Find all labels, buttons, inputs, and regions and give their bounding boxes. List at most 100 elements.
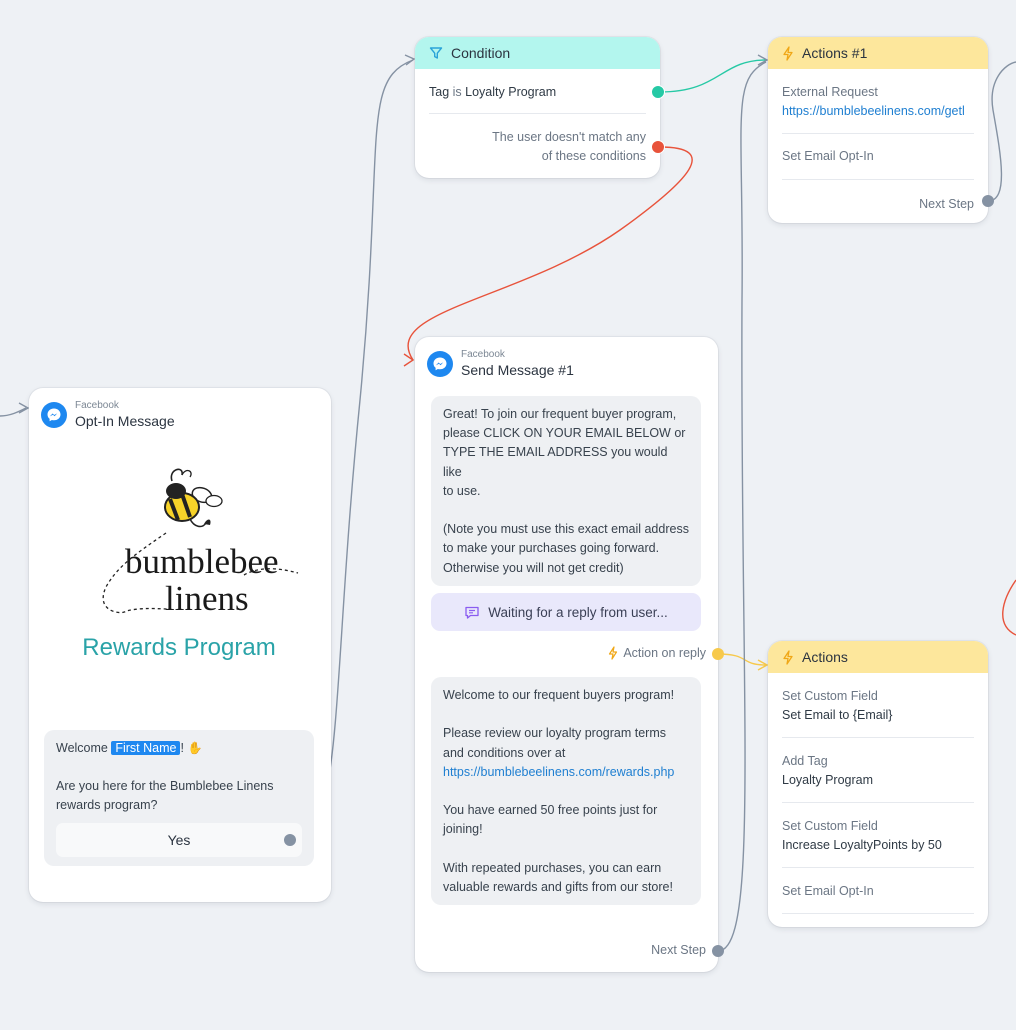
actions1-item-email-optin[interactable]: Set Email Opt-In [768, 134, 988, 179]
actions-item-set-email-field[interactable]: Set Custom Field Set Email to {Email} [768, 673, 988, 737]
actions-item-increase-points[interactable]: Set Custom Field Increase LoyaltyPoints … [768, 803, 988, 867]
condition-rule: Tag is Loyalty Program [415, 69, 660, 113]
action-on-reply: Action on reply [608, 646, 706, 660]
connector-nomatch-to-send [407, 146, 693, 361]
actions-item-email-optin[interactable]: Set Email Opt-In [768, 868, 988, 913]
rewards-link[interactable]: https://bumblebeelinens.com/rewards.php [443, 763, 689, 782]
message-bubble-1: Great! To join our frequent buyer progra… [431, 396, 701, 586]
logo-word-linens: linens [165, 579, 249, 618]
connector-incoming-left [0, 407, 27, 417]
lightning-icon [782, 649, 794, 665]
actions-title: Actions [802, 649, 848, 665]
action-label: External Request [782, 85, 878, 99]
chat-bubble-icon [464, 605, 480, 620]
bubble1-line: to use. [443, 483, 481, 498]
condition-header: Condition [415, 37, 660, 69]
actions1-header: Actions #1 [768, 37, 988, 69]
send-message-header: Facebook Send Message #1 [415, 337, 718, 379]
yes-button-handle[interactable] [284, 834, 296, 846]
welcome-suffix: ! [180, 741, 184, 755]
optin-image-card: bumblebee linens Rewards Program [44, 447, 314, 715]
question-line1: Are you here for the Bumblebee Linens [56, 779, 274, 794]
action-label: Set Email Opt-In [782, 149, 874, 163]
action-on-reply-handle[interactable] [712, 648, 724, 660]
lightning-icon [782, 45, 794, 61]
bubble2-line: You have earned 50 free points just for [443, 803, 658, 818]
bubble2-blank [443, 705, 689, 724]
arrow-into-optin [18, 402, 30, 414]
condition-no-match-line1: The user doesn't match any [492, 130, 646, 144]
waving-hand-icon: ✋ [187, 741, 203, 755]
welcome-prefix: Welcome [56, 741, 108, 755]
arrow-into-condition [404, 54, 416, 66]
bubble2-blank [443, 840, 689, 859]
condition-no-match: The user doesn't match any of these cond… [415, 114, 660, 166]
action-value: Set Email to {Email} [782, 708, 893, 722]
bubble1-line: please CLICK ON YOUR EMAIL BELOW or [443, 426, 686, 441]
logo-word-bumblebee: bumblebee [125, 542, 279, 581]
actions1-node[interactable]: Actions #1 External Request https://bumb… [768, 37, 994, 223]
condition-rule-field: Tag [429, 85, 450, 99]
bubble2-line: Please review our loyalty program terms [443, 726, 666, 741]
bubble2-line: Welcome to our frequent buyers program! [443, 688, 675, 702]
action-url[interactable]: https://bumblebeelinens.com/getl [782, 102, 974, 121]
action-value: Loyalty Program [782, 773, 874, 787]
condition-rule-op: is [452, 85, 462, 99]
bubble1-blank [443, 501, 689, 520]
waiting-text: Waiting for a reply from user... [488, 604, 668, 620]
message-bubble-2: Welcome to our frequent buyers program! … [431, 677, 701, 906]
yes-button[interactable]: Yes [56, 823, 302, 857]
arrow-into-send [403, 353, 415, 367]
condition-match-handle[interactable] [651, 85, 665, 99]
condition-title: Condition [451, 45, 511, 61]
flow-canvas[interactable]: Condition Tag is Loyalty Program The use… [0, 0, 1016, 1030]
arrow-into-actions1 [757, 54, 769, 66]
question-line2: rewards program? [56, 798, 158, 813]
messenger-icon [427, 351, 453, 377]
bubble1-line: (Note you must use this exact email addr… [443, 522, 689, 537]
bubble2-line: valuable rewards and gifts from our stor… [443, 879, 673, 894]
actions1-next-step: Next Step [919, 197, 974, 211]
waiting-for-reply-bar: Waiting for a reply from user... [431, 593, 701, 631]
lightning-icon [608, 646, 618, 660]
actions-node[interactable]: Actions Set Custom Field Set Email to {E… [768, 641, 988, 927]
connector-match-to-actions1 [659, 59, 767, 93]
optin-welcome-line: Welcome First Name! ✋ [44, 730, 314, 758]
actions1-next-step-handle[interactable] [982, 195, 994, 207]
send-message-next-step-handle[interactable] [712, 945, 724, 957]
bubble2-text: Welcome to our frequent buyers program! … [431, 686, 701, 897]
condition-node[interactable]: Condition Tag is Loyalty Program The use… [415, 37, 665, 178]
bubble2-line: joining! [443, 822, 483, 837]
optin-title: Opt-In Message [75, 413, 175, 429]
optin-platform: Facebook [75, 400, 119, 411]
connector-actions1-out [987, 61, 1016, 202]
filter-icon [429, 46, 443, 60]
actions-item-add-tag[interactable]: Add Tag Loyalty Program [768, 738, 988, 802]
actions1-item-external-request[interactable]: External Request https://bumblebeelinens… [768, 69, 988, 133]
condition-no-match-line2: of these conditions [541, 149, 646, 163]
first-name-variable: First Name [111, 741, 181, 755]
send-message-next-step: Next Step [651, 943, 706, 957]
send-message-node[interactable]: Facebook Send Message #1 Great! To join … [415, 337, 724, 972]
bumblebee-logo-image: bumblebee linens [102, 468, 299, 618]
bubble1-text: Great! To join our frequent buyer progra… [431, 405, 701, 578]
action-label: Add Tag [782, 754, 828, 768]
bubble1-line: Otherwise you will not get credit) [443, 560, 624, 575]
condition-no-match-handle[interactable] [651, 140, 665, 154]
send-message-platform: Facebook [461, 349, 505, 360]
optin-question: Are you here for the Bumblebee Linens re… [44, 758, 314, 815]
bubble2-line: With repeated purchases, you can earn [443, 860, 662, 875]
optin-text-bubble: Welcome First Name! ✋ Are you here for t… [44, 730, 314, 866]
connector-nextstep-to-actions1 [717, 61, 767, 952]
arrow-into-actions [757, 659, 769, 671]
actions-header: Actions [768, 641, 988, 673]
condition-rule-value: Loyalty Program [465, 85, 557, 99]
rewards-program-text: Rewards Program [82, 634, 276, 661]
divider [782, 913, 974, 914]
bubble1-line: to make your purchases going forward. [443, 541, 660, 556]
actions1-title: Actions #1 [802, 45, 868, 61]
action-label: Set Custom Field [782, 689, 878, 703]
action-label: Set Custom Field [782, 819, 878, 833]
optin-message-node[interactable]: Facebook Opt-In Message bumblebee linens… [29, 388, 331, 902]
action-on-reply-label: Action on reply [623, 646, 706, 660]
